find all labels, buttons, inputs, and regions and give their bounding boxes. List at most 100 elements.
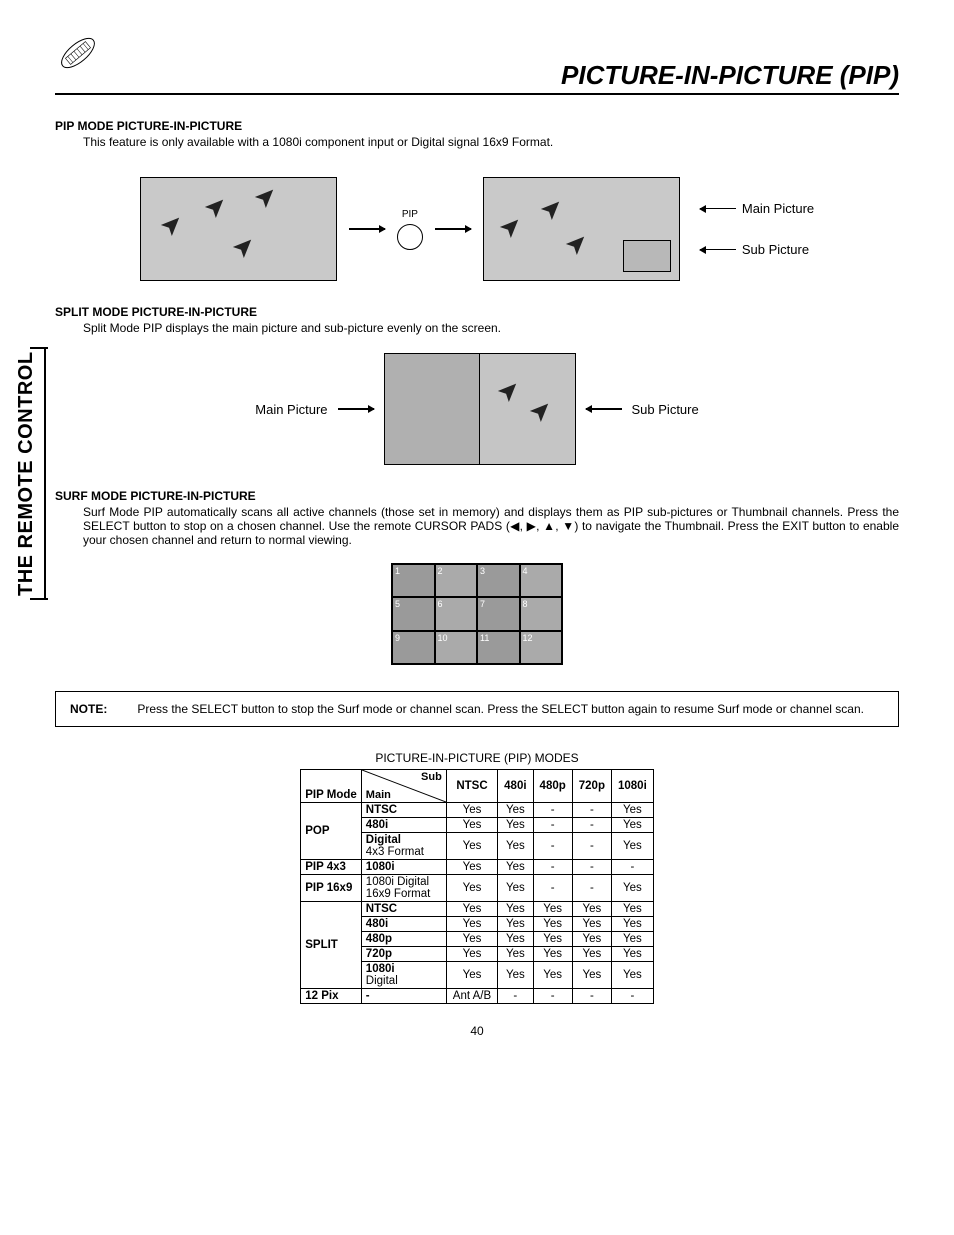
value-cell: - (533, 833, 572, 860)
leader-line-icon (700, 208, 736, 210)
value-cell: - (533, 989, 572, 1004)
page-number: 40 (55, 1004, 899, 1038)
label-sub-picture: Sub Picture (742, 242, 809, 257)
value-cell: Yes (611, 947, 653, 962)
figure-split-mode: Main Picture Sub Picture (55, 353, 899, 465)
value-cell: Yes (498, 902, 533, 917)
value-cell: - (533, 875, 572, 902)
side-tab-label: THE REMOTE CONTROL (15, 347, 46, 600)
thumbnail-cell: 1 (392, 564, 435, 597)
value-cell: Yes (572, 932, 611, 947)
table-caption: PICTURE-IN-PICTURE (PIP) MODES (55, 751, 899, 765)
value-cell: Yes (611, 818, 653, 833)
thumbnail-cell: 11 (477, 631, 520, 664)
value-cell: Yes (446, 860, 497, 875)
value-cell: - (611, 860, 653, 875)
value-cell: Yes (533, 917, 572, 932)
screen-before (140, 177, 337, 281)
section-heading-surf: SURF MODE PICTURE-IN-PICTURE (55, 489, 899, 503)
pip-modes-table: PIP Mode Sub Main NTSC 480i 480p 720p 10… (300, 769, 654, 1004)
arrow-right-icon (338, 408, 374, 410)
arrow-right-icon (435, 228, 471, 230)
col-header: 480i (498, 770, 533, 803)
value-cell: Yes (572, 947, 611, 962)
value-cell: - (533, 803, 572, 818)
mode-cell: SPLIT (301, 902, 362, 989)
value-cell: Yes (446, 833, 497, 860)
thumbnail-cell: 3 (477, 564, 520, 597)
page-title: PICTURE-IN-PICTURE (PIP) (55, 30, 899, 95)
value-cell: - (572, 989, 611, 1004)
thumbnail-cell: 8 (520, 597, 563, 630)
value-cell: Yes (498, 860, 533, 875)
value-cell: Yes (572, 917, 611, 932)
split-screen (384, 353, 576, 465)
value-cell: - (611, 989, 653, 1004)
value-cell: Yes (611, 917, 653, 932)
value-cell: Yes (498, 818, 533, 833)
value-cell: Yes (498, 962, 533, 989)
value-cell: - (572, 860, 611, 875)
mode-cell: 12 Pix (301, 989, 362, 1004)
value-cell: Yes (572, 962, 611, 989)
thumbnail-cell: 4 (520, 564, 563, 597)
label-main-picture: Main Picture (742, 201, 814, 216)
section-desc-pip: This feature is only available with a 10… (83, 135, 899, 149)
main-cell: 480i (361, 818, 446, 833)
arrow-right-icon (349, 228, 385, 230)
note-box: NOTE: Press the SELECT button to stop th… (55, 691, 899, 727)
value-cell: Yes (446, 875, 497, 902)
figure-pip-mode: PIP Main Picture Sub Picture (55, 177, 899, 281)
corner-main: Main (366, 789, 391, 801)
value-cell: Yes (533, 947, 572, 962)
value-cell: Ant A/B (446, 989, 497, 1004)
main-cell: 1080i Digital16x9 Format (361, 875, 446, 902)
main-cell: 480p (361, 932, 446, 947)
value-cell: Yes (611, 803, 653, 818)
value-cell: Yes (533, 902, 572, 917)
main-cell: 720p (361, 947, 446, 962)
value-cell: Yes (498, 932, 533, 947)
main-cell: 1080iDigital (361, 962, 446, 989)
value-cell: Yes (572, 902, 611, 917)
value-cell: Yes (498, 917, 533, 932)
section-desc-surf: Surf Mode PIP automatically scans all ac… (83, 505, 899, 547)
main-cell: 480i (361, 917, 446, 932)
main-cell: NTSC (361, 902, 446, 917)
screen-after (483, 177, 680, 281)
value-cell: Yes (446, 947, 497, 962)
value-cell: Yes (498, 803, 533, 818)
value-cell: Yes (611, 875, 653, 902)
label-main-picture: Main Picture (255, 402, 327, 417)
value-cell: Yes (611, 833, 653, 860)
note-text: Press the SELECT button to stop the Surf… (137, 702, 864, 716)
col-header-mode: PIP Mode (301, 770, 362, 803)
col-header: 480p (533, 770, 572, 803)
pip-remote-button: PIP (397, 209, 423, 250)
value-cell: Yes (446, 962, 497, 989)
value-cell: - (572, 803, 611, 818)
value-cell: - (572, 875, 611, 902)
note-label: NOTE: (70, 702, 107, 716)
thumbnail-cell: 12 (520, 631, 563, 664)
thumbnail-cell: 9 (392, 631, 435, 664)
value-cell: Yes (498, 875, 533, 902)
value-cell: Yes (446, 803, 497, 818)
label-sub-picture: Sub Picture (632, 402, 699, 417)
section-desc-split: Split Mode PIP displays the main picture… (83, 321, 899, 335)
thumbnail-cell: 5 (392, 597, 435, 630)
value-cell: Yes (446, 932, 497, 947)
figure-surf-mode-grid: 1 2 3 4 5 6 7 8 9 10 11 12 (391, 563, 563, 665)
thumbnail-cell: 2 (435, 564, 478, 597)
value-cell: Yes (498, 947, 533, 962)
col-header: NTSC (446, 770, 497, 803)
mode-cell: PIP 4x3 (301, 860, 362, 875)
col-header: 1080i (611, 770, 653, 803)
value-cell: - (572, 818, 611, 833)
main-cell: 1080i (361, 860, 446, 875)
leader-line-icon (700, 249, 736, 251)
corner-sub: Sub (421, 771, 442, 783)
value-cell: Yes (446, 818, 497, 833)
value-cell: - (533, 818, 572, 833)
value-cell: - (533, 860, 572, 875)
